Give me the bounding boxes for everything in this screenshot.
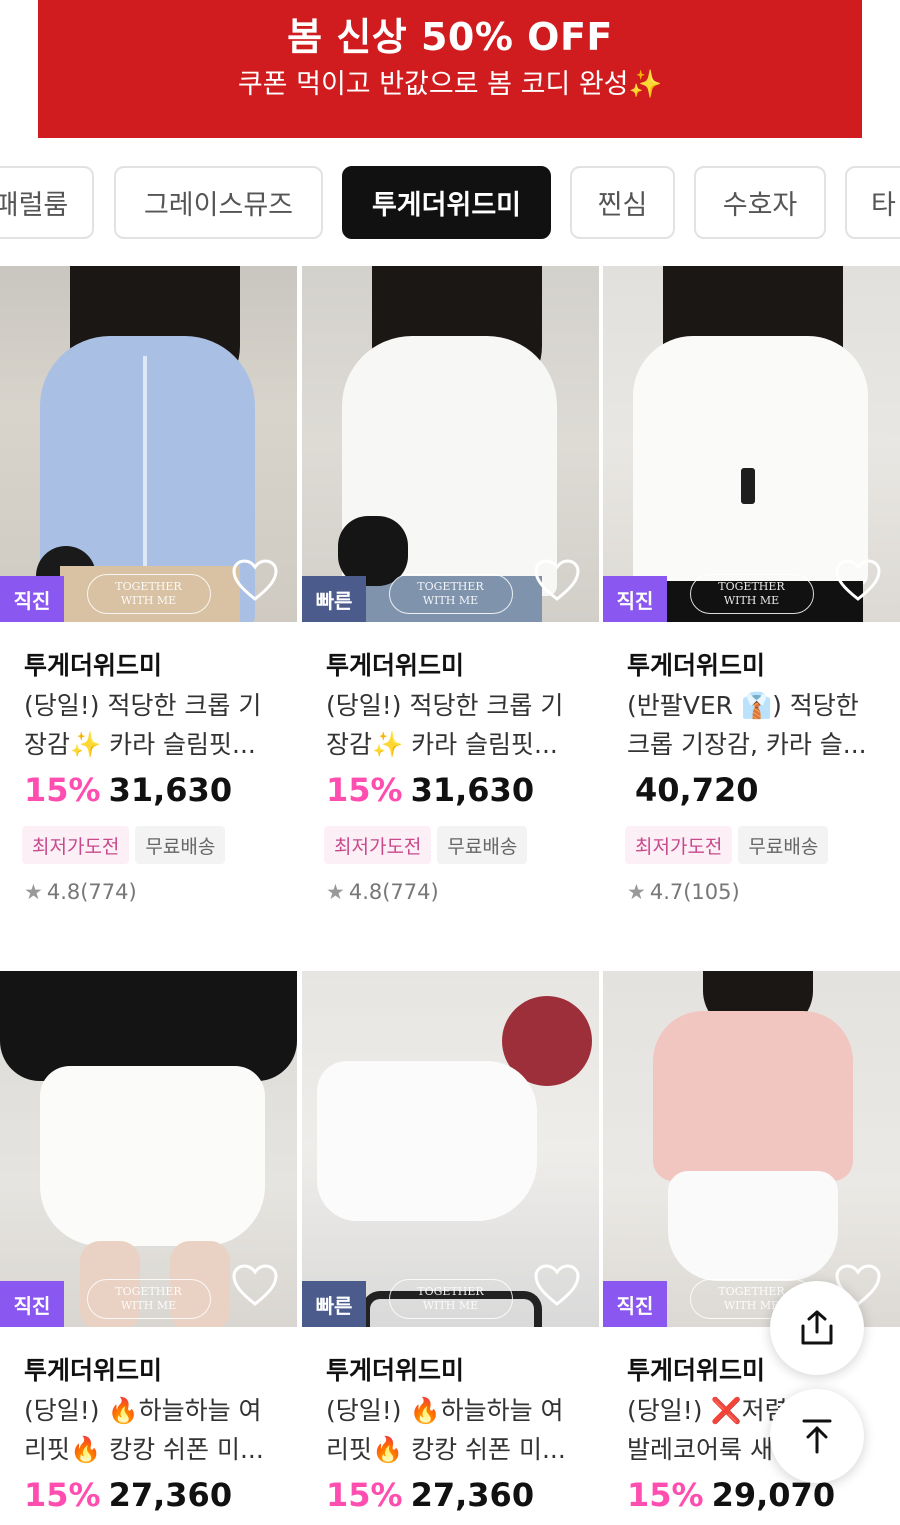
tab-brand[interactable]: 수호자: [694, 166, 826, 239]
rating: ★ 4.8(774): [24, 880, 137, 904]
star-icon: ★: [326, 880, 345, 904]
heart-icon[interactable]: [834, 558, 882, 602]
delivery-badge: 빠른: [302, 576, 366, 622]
tab-brand[interactable]: 찐심: [570, 166, 675, 239]
product-image[interactable]: 직진 TOGETHER WITH ME: [603, 266, 900, 622]
heart-icon[interactable]: [533, 1263, 581, 1307]
promo-banner[interactable]: 봄 신상 50% OFF 쿠폰 먹이고 반값으로 봄 코디 완성✨: [38, 0, 862, 138]
arrow-up-to-top-icon: [802, 1419, 832, 1454]
price-row: 40,720: [627, 771, 758, 809]
delivery-badge: 빠른: [302, 1281, 366, 1327]
rating: ★ 4.8(774): [326, 880, 439, 904]
price: 27,360: [108, 1476, 233, 1514]
banner-subtitle: 쿠폰 먹이고 반값으로 봄 코디 완성✨: [237, 69, 663, 100]
free-shipping-tag: 무료배송: [135, 826, 226, 864]
store-name: 투게더위드미: [24, 1356, 163, 1385]
brand-watermark: TOGETHER WITH ME: [86, 1279, 211, 1319]
product-image[interactable]: 빠른 TOGETHER WITH ME: [302, 971, 599, 1327]
tag-list: 최저가도전 무료배송: [324, 826, 528, 864]
brand-watermark: TOGETHER WITH ME: [388, 574, 513, 614]
price: 31,630: [108, 771, 233, 809]
store-name: 투게더위드미: [627, 651, 766, 680]
product-card[interactable]: 빠른 TOGETHER WITH ME 투게더위드미 (당일!) 🔥하늘하늘 여리…: [302, 971, 599, 1514]
product-image[interactable]: 직진 TOGETHER WITH ME: [0, 266, 297, 622]
product-card[interactable]: 직진 TOGETHER WITH ME 투게더위드미 (당일!) 🔥하늘하늘 여리…: [0, 971, 297, 1514]
star-icon: ★: [627, 880, 646, 904]
product-image[interactable]: 빠른 TOGETHER WITH ME: [302, 266, 599, 622]
store-name: 투게더위드미: [627, 1356, 766, 1385]
heart-icon[interactable]: [231, 1263, 279, 1307]
delivery-badge: 직진: [0, 576, 64, 622]
product-name[interactable]: (당일!) 🔥하늘하늘 여 리핏🔥 캉캉 쉬폰 미...: [326, 1391, 588, 1469]
brand-watermark: TOGETHER WITH ME: [388, 1279, 513, 1319]
free-shipping-tag: 무료배송: [437, 826, 528, 864]
brand-tab-bar: 패럴룸 그레이스뮤즈 투게더위드미 찐심 수호자 타: [0, 166, 900, 240]
tab-brand-active[interactable]: 투게더위드미: [342, 166, 551, 239]
discount-rate: 15%: [24, 771, 101, 809]
product-card[interactable]: 직진 TOGETHER WITH ME 투게더위드미 (반팔VER 👔) 적당한 크…: [603, 266, 900, 904]
tab-brand[interactable]: 타: [845, 166, 900, 239]
price-row: 15% 29,070: [627, 1476, 835, 1514]
discount-rate: 15%: [326, 771, 403, 809]
share-button[interactable]: [770, 1281, 864, 1375]
price: 27,360: [410, 1476, 535, 1514]
price: 31,630: [410, 771, 535, 809]
tag-list: 최저가도전 무료배송: [22, 826, 226, 864]
tab-brand[interactable]: 그레이스뮤즈: [114, 166, 323, 239]
product-card[interactable]: 빠른 TOGETHER WITH ME 투게더위드미 (당일!) 적당한 크롭 기…: [302, 266, 599, 904]
product-image[interactable]: 직진 TOGETHER WITH ME: [603, 971, 900, 1327]
discount-rate: 15%: [627, 1476, 704, 1514]
delivery-badge: 직진: [0, 1281, 64, 1327]
price-row: 15% 27,360: [24, 1476, 232, 1514]
brand-watermark: TOGETHER WITH ME: [86, 574, 211, 614]
delivery-badge: 직진: [603, 1281, 667, 1327]
heart-icon[interactable]: [231, 558, 279, 602]
price-row: 15% 31,630: [326, 771, 534, 809]
product-name[interactable]: (반팔VER 👔) 적당한 크롭 기장감, 카라 슬...: [627, 686, 889, 764]
tag-list: 최저가도전 무료배송: [625, 826, 829, 864]
store-name: 투게더위드미: [326, 651, 465, 680]
product-name[interactable]: (당일!) 🔥하늘하늘 여 리핏🔥 캉캉 쉬폰 미...: [24, 1391, 286, 1469]
lowest-price-tag: 최저가도전: [22, 826, 130, 864]
scroll-to-top-button[interactable]: [770, 1389, 864, 1483]
discount-rate: 15%: [326, 1476, 403, 1514]
price-row: 15% 31,630: [24, 771, 232, 809]
star-icon: ★: [24, 880, 43, 904]
delivery-badge: 직진: [603, 576, 667, 622]
product-image[interactable]: 직진 TOGETHER WITH ME: [0, 971, 297, 1327]
banner-title: 봄 신상 50% OFF: [287, 15, 613, 59]
lowest-price-tag: 최저가도전: [625, 826, 733, 864]
brand-watermark: TOGETHER WITH ME: [689, 574, 814, 614]
tab-brand[interactable]: 패럴룸: [0, 166, 94, 239]
share-icon: [801, 1310, 833, 1345]
free-shipping-tag: 무료배송: [738, 826, 829, 864]
lowest-price-tag: 최저가도전: [324, 826, 432, 864]
discount-rate: 15%: [24, 1476, 101, 1514]
store-name: 투게더위드미: [326, 1356, 465, 1385]
product-name[interactable]: (당일!) 적당한 크롭 기 장감✨ 카라 슬림핏...: [24, 686, 286, 764]
heart-icon[interactable]: [533, 558, 581, 602]
product-name[interactable]: (당일!) 적당한 크롭 기 장감✨ 카라 슬림핏...: [326, 686, 588, 764]
rating: ★ 4.7(105): [627, 880, 740, 904]
price: 40,720: [635, 771, 759, 809]
product-card[interactable]: 직진 TOGETHER WITH ME 투게더위드미 (당일!) 적당한 크롭 기…: [0, 266, 297, 904]
store-name: 투게더위드미: [24, 651, 163, 680]
price-row: 15% 27,360: [326, 1476, 534, 1514]
product-card[interactable]: 직진 TOGETHER WITH ME 투게더위드미 (당일!) ❌저렴 발레코어룩…: [603, 971, 900, 1514]
